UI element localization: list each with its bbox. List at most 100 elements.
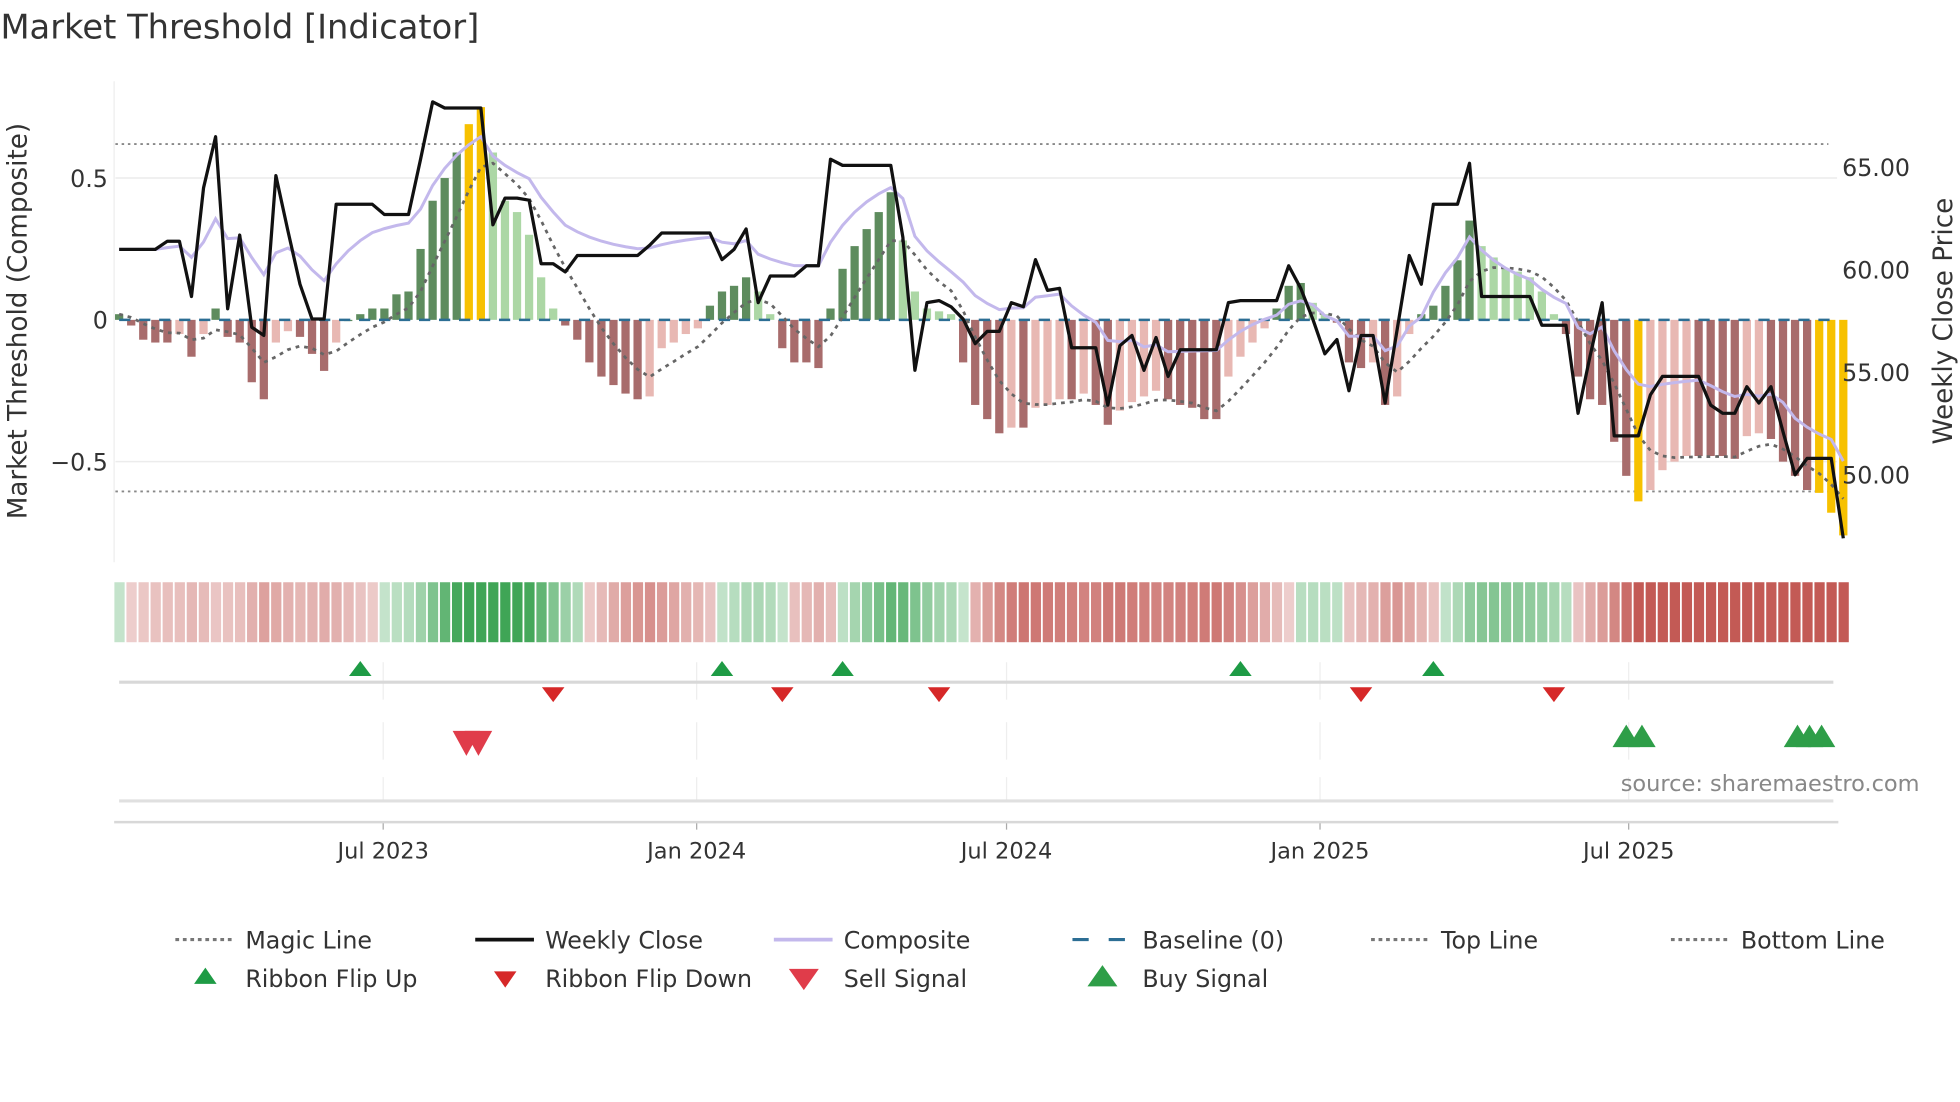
- ribbon-strip: [114, 582, 1849, 643]
- ribbon-cell: [379, 582, 390, 643]
- ribbon-cell: [801, 582, 812, 643]
- composite-bar: [681, 319, 690, 335]
- ribbon-cell: [1525, 582, 1536, 643]
- ribbon-cell: [210, 582, 222, 643]
- legend-label: Top Line: [1440, 926, 1538, 954]
- composite-bar: [669, 319, 678, 343]
- ribbon-cell: [1332, 582, 1343, 643]
- ribbon-cell: [946, 582, 957, 643]
- composite-bar: [597, 319, 606, 377]
- ribbon-cell: [1259, 582, 1271, 643]
- ribbon-cell: [500, 582, 511, 643]
- ribbon-cell: [476, 582, 487, 643]
- x-tick-label: Jul 2025: [1581, 838, 1674, 864]
- ribbon-cell: [488, 582, 499, 643]
- ribbon-cell: [620, 582, 632, 643]
- ribbon-cell: [1356, 582, 1367, 643]
- ribbon-cell: [1392, 582, 1403, 643]
- composite-bar: [609, 319, 618, 386]
- composite-bar: [1055, 319, 1064, 400]
- composite-bar: [778, 319, 787, 349]
- y2-tick-label: 50.00: [1842, 462, 1910, 490]
- ribbon-cell: [693, 582, 704, 643]
- composite-bar: [717, 291, 727, 320]
- ribbon-cell: [1597, 582, 1608, 643]
- composite-bar: [332, 319, 341, 343]
- market-threshold-chart: Market Threshold [Indicator] Market Thre…: [0, 8, 1959, 993]
- composite-bar: [392, 294, 401, 320]
- ribbon-cell: [1657, 582, 1668, 643]
- ribbon-cell: [1488, 582, 1500, 643]
- ribbon-cell: [355, 582, 366, 643]
- ribbon-cell: [415, 582, 427, 643]
- ribbon-cell: [1091, 582, 1102, 643]
- ribbon-flip-up-marker: [831, 660, 854, 676]
- ribbon-cell: [1066, 582, 1078, 643]
- ribbon-cell: [126, 582, 137, 643]
- composite-bar: [1151, 319, 1161, 391]
- ribbon-cell: [271, 582, 282, 643]
- ribbon-cell: [1621, 582, 1632, 643]
- ribbon-cell: [162, 582, 173, 643]
- ribbon-cell: [1609, 582, 1620, 643]
- legend: Magic Line Weekly Close Composite Baseline …: [175, 926, 1885, 993]
- ribbon-cell: [765, 582, 776, 643]
- composite-bar: [464, 124, 473, 320]
- composite-bar: [886, 192, 895, 320]
- chart-title: Market Threshold [Indicator]: [0, 8, 479, 47]
- composite-bar: [368, 308, 377, 320]
- ribbon-cell: [1585, 582, 1596, 643]
- ribbon-cell: [1790, 582, 1801, 643]
- ribbon-cell: [1500, 582, 1512, 643]
- ribbon-flip-down-marker: [771, 687, 794, 703]
- ribbon-cell: [1476, 582, 1488, 643]
- ribbon-cell: [1826, 582, 1837, 643]
- ribbon-cell: [1054, 582, 1066, 643]
- ribbon-cell: [970, 582, 981, 643]
- composite-bar: [549, 308, 558, 320]
- composite-bar: [139, 319, 148, 340]
- ribbon-cell: [934, 582, 945, 643]
- ribbon-cell: [1561, 582, 1572, 643]
- composite-bar: [585, 319, 594, 363]
- ribbon-cell: [464, 582, 475, 643]
- composite-bar: [380, 308, 389, 320]
- ribbon-cell: [331, 582, 342, 643]
- composite-bar: [1224, 319, 1233, 377]
- ribbon-cell: [1705, 582, 1717, 643]
- signal-rows: Jul 2023 Jan 2024 Jul 2024 Jan 2025 Jul 2025: [114, 660, 1839, 864]
- ribbon-cell: [1368, 582, 1379, 643]
- composite-bar: [1730, 319, 1739, 459]
- ribbon-cell: [922, 582, 933, 643]
- ribbon-cell: [572, 582, 583, 643]
- ribbon-cell: [451, 582, 463, 643]
- ribbon-cell: [898, 582, 909, 643]
- ribbon-cell: [873, 582, 885, 643]
- ribbon-cell: [198, 582, 210, 643]
- composite-bar: [1790, 319, 1800, 476]
- ribbon-cell: [1645, 582, 1656, 643]
- ribbon-cell: [777, 582, 788, 643]
- ribbon-cell: [319, 582, 330, 643]
- y-tick-label: 0: [93, 307, 108, 335]
- y2-axis-label: Weekly Close Price: [1929, 198, 1959, 445]
- composite-bar: [934, 311, 944, 320]
- composite-bar: [452, 152, 461, 320]
- ribbon-cell: [307, 582, 318, 643]
- ribbon-cell: [536, 582, 547, 643]
- ribbon-cell: [1018, 582, 1029, 643]
- ribbon-cell: [1308, 582, 1319, 643]
- ribbon-cell: [259, 582, 270, 643]
- ribbon-cell: [391, 582, 402, 643]
- ribbon-cell: [1030, 582, 1041, 643]
- composite-bar: [1441, 285, 1450, 320]
- ribbon-cell: [1006, 582, 1017, 643]
- composite-bar: [524, 234, 534, 320]
- ribbon-cell: [186, 582, 197, 643]
- ribbon-cell: [1271, 582, 1283, 643]
- y2-tick-label: 55.00: [1842, 359, 1910, 387]
- ribbon-cell: [1766, 582, 1777, 643]
- composite-bar: [1188, 319, 1197, 408]
- legend-label: Magic Line: [245, 926, 372, 954]
- composite-bar: [1043, 319, 1052, 405]
